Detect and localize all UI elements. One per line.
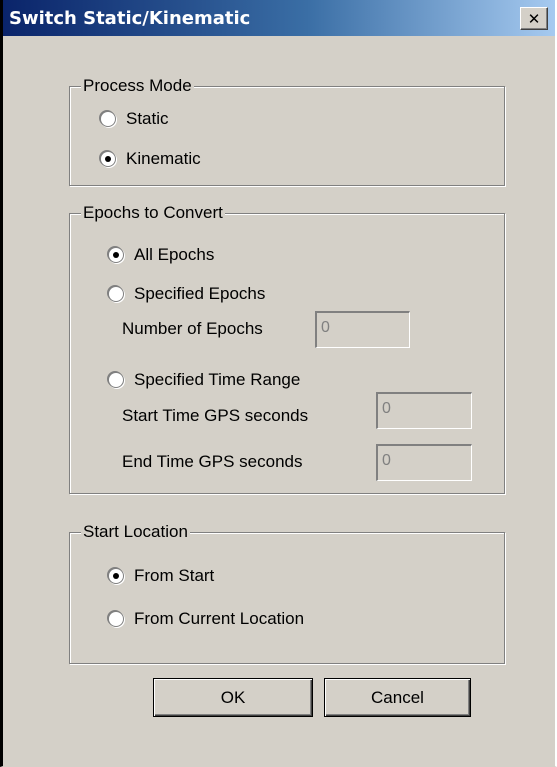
title-bar[interactable]: Switch Static/Kinematic ✕: [3, 0, 555, 36]
radio-kinematic[interactable]: Kinematic: [101, 149, 201, 169]
close-button[interactable]: ✕: [520, 7, 548, 30]
radio-from-current-location-button[interactable]: [109, 612, 123, 626]
end-time-input[interactable]: 0: [376, 444, 472, 481]
radio-specified-epochs[interactable]: Specified Epochs: [109, 284, 265, 304]
radio-specified-epochs-label: Specified Epochs: [134, 284, 266, 303]
radio-from-start-label: From Start: [134, 566, 215, 585]
radio-from-start-button[interactable]: [109, 569, 123, 583]
dialog-title: Switch Static/Kinematic: [9, 8, 251, 29]
ok-button[interactable]: OK: [153, 678, 313, 717]
radio-all-epochs[interactable]: All Epochs: [109, 245, 214, 265]
end-time-label: End Time GPS seconds: [122, 452, 303, 471]
close-icon: ✕: [527, 11, 541, 28]
epochs-legend: Epochs to Convert: [81, 203, 225, 223]
radio-specified-time-range-label: Specified Time Range: [134, 370, 301, 389]
start-location-group: Start Location: [69, 522, 505, 664]
start-location-legend: Start Location: [81, 522, 190, 542]
radio-static-button[interactable]: [101, 112, 115, 126]
cancel-button[interactable]: Cancel: [324, 678, 471, 717]
number-of-epochs-label: Number of Epochs: [122, 319, 263, 338]
number-of-epochs-input[interactable]: 0: [315, 311, 410, 348]
radio-kinematic-button[interactable]: [101, 152, 115, 166]
radio-static-label: Static: [126, 109, 169, 128]
radio-kinematic-label: Kinematic: [126, 149, 201, 168]
radio-specified-epochs-button[interactable]: [109, 287, 123, 301]
radio-all-epochs-button[interactable]: [109, 248, 123, 262]
radio-static[interactable]: Static: [101, 109, 169, 129]
radio-from-start[interactable]: From Start: [109, 566, 214, 586]
radio-specified-time-range-button[interactable]: [109, 373, 123, 387]
start-time-input[interactable]: 0: [376, 392, 472, 429]
process-mode-legend: Process Mode: [81, 76, 194, 96]
radio-from-current-location-label: From Current Location: [134, 609, 305, 628]
process-mode-group: Process Mode: [69, 76, 505, 186]
radio-specified-time-range[interactable]: Specified Time Range: [109, 370, 300, 390]
radio-all-epochs-label: All Epochs: [134, 245, 215, 264]
switch-dialog: Switch Static/Kinematic ✕ Process Mode S…: [0, 0, 557, 767]
radio-from-current-location[interactable]: From Current Location: [109, 609, 304, 629]
start-time-label: Start Time GPS seconds: [122, 406, 309, 425]
